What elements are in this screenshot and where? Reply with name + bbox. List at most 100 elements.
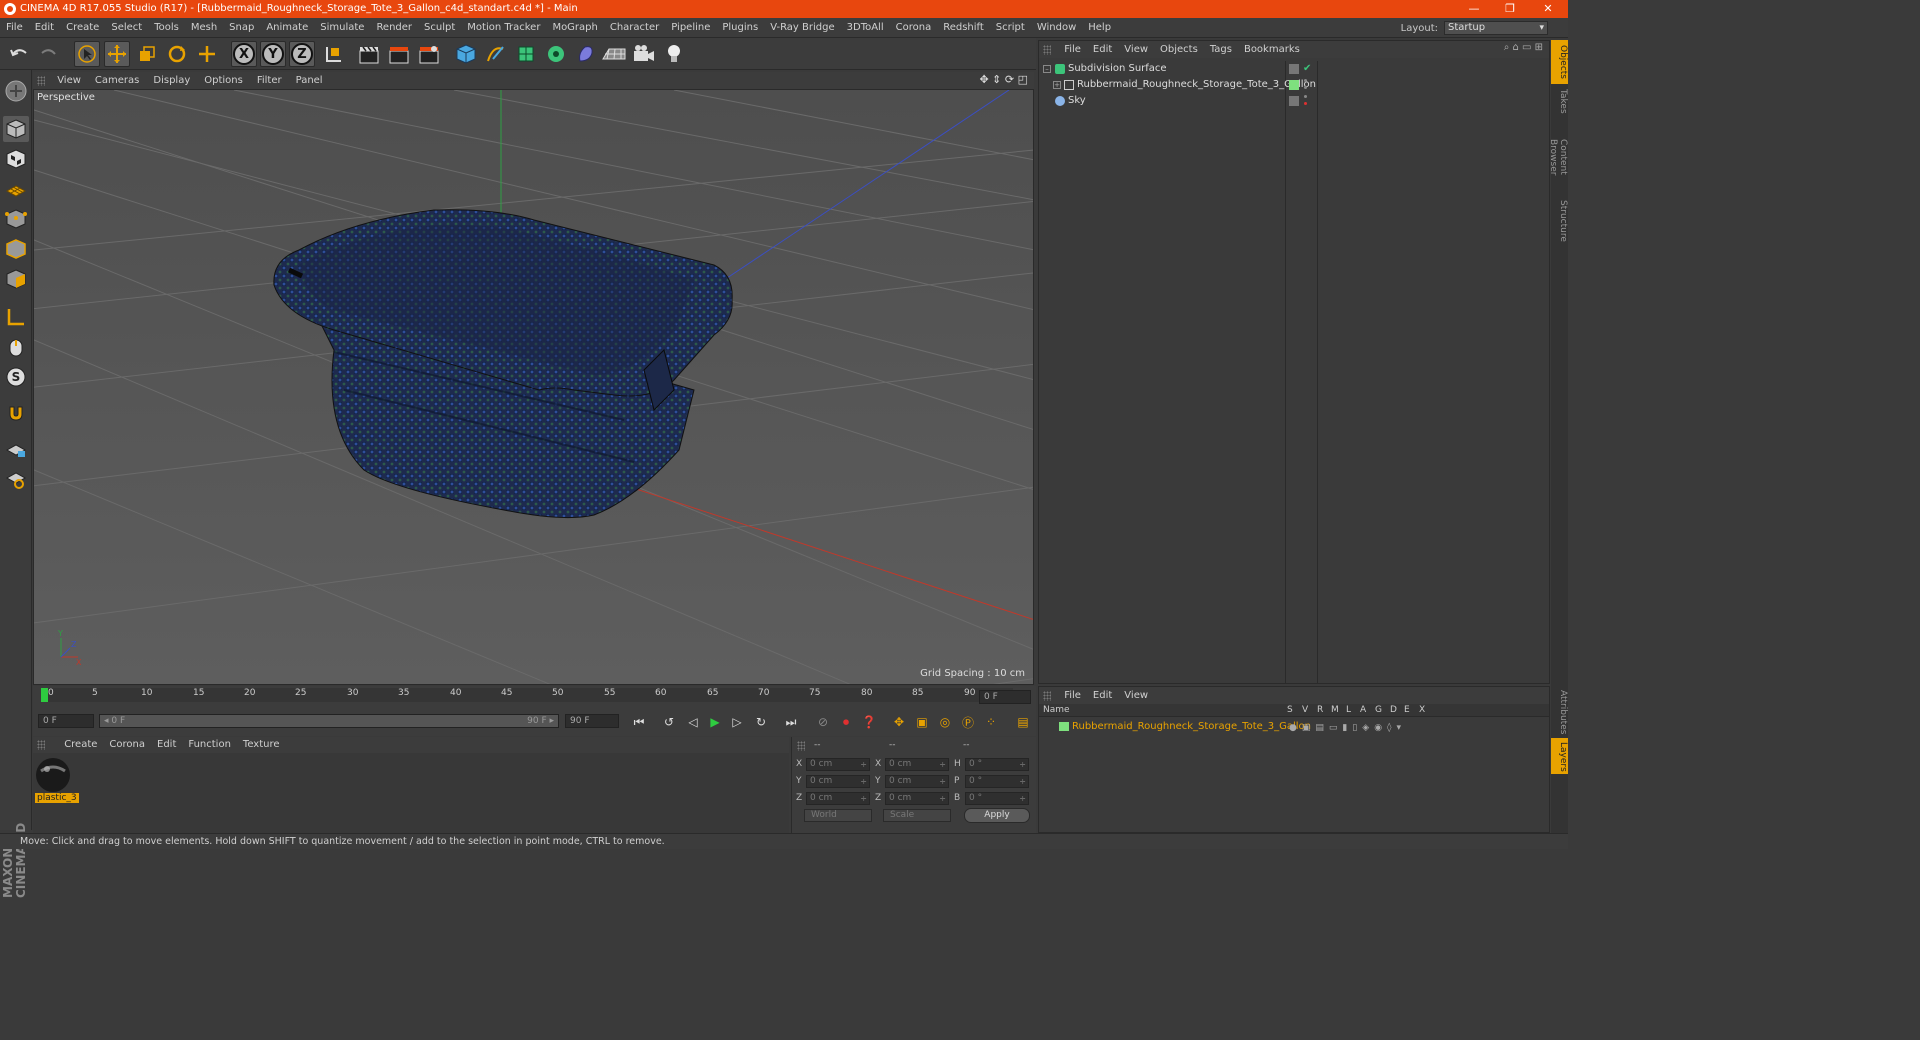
add-cube-button[interactable] xyxy=(453,41,479,67)
material-swatch[interactable] xyxy=(35,757,71,793)
menu-mograph[interactable]: MoGraph xyxy=(546,18,603,38)
step-forward-button[interactable]: ▷ xyxy=(727,712,747,732)
render-view-button[interactable] xyxy=(356,41,382,67)
pos-y-field[interactable]: 0 cm xyxy=(806,775,870,788)
drag-grip-icon[interactable] xyxy=(1043,45,1051,55)
menu-tools[interactable]: Tools xyxy=(148,18,185,38)
key-position-button[interactable]: ✥ xyxy=(889,712,909,732)
goto-next-key-button[interactable]: ↻ xyxy=(751,712,771,732)
menu-window[interactable]: Window xyxy=(1031,18,1082,38)
menu-corona[interactable]: Corona xyxy=(890,18,938,38)
menu-simulate[interactable]: Simulate xyxy=(314,18,370,38)
object-row[interactable]: – Subdivision Surface ✔ xyxy=(1039,61,1549,77)
add-light-button[interactable] xyxy=(661,41,687,67)
layer-swatch-icon[interactable] xyxy=(1289,64,1299,74)
layer-color-icon[interactable] xyxy=(1289,80,1299,90)
viewport-menu-options[interactable]: Options xyxy=(197,72,250,89)
menu-character[interactable]: Character xyxy=(604,18,665,38)
texture-mode-button[interactable] xyxy=(3,146,29,172)
layer-col-solo[interactable]: S xyxy=(1287,704,1293,717)
viewport-menu-panel[interactable]: Panel xyxy=(289,72,330,89)
x-axis-lock-button[interactable]: X xyxy=(231,41,257,67)
minimize-button[interactable]: — xyxy=(1456,0,1492,18)
material-menu-function[interactable]: Function xyxy=(182,737,237,753)
viewport-menu-display[interactable]: Display xyxy=(146,72,197,89)
layer-toggle-icons[interactable]: ●▣▤▭▮▯◈◉◊▾ xyxy=(1289,720,1406,736)
key-parameter-button[interactable]: Ⓟ xyxy=(958,712,978,732)
end-frame-field[interactable]: 90 F xyxy=(565,714,619,728)
apply-button[interactable]: Apply xyxy=(964,808,1030,823)
viewport-menu-view[interactable]: View xyxy=(50,72,88,89)
current-frame-field[interactable]: 0 F xyxy=(979,690,1031,704)
layer-col-xref[interactable]: X xyxy=(1419,704,1425,717)
menu-render[interactable]: Render xyxy=(370,18,418,38)
layer-menu-edit[interactable]: Edit xyxy=(1087,687,1118,704)
collapse-toggle-icon[interactable]: – xyxy=(1043,65,1051,73)
add-deformer-button[interactable] xyxy=(573,41,599,67)
goto-start-button[interactable]: ⏮ xyxy=(629,712,649,732)
rotate-tool-button[interactable] xyxy=(164,41,190,67)
layer-col-expressions[interactable]: E xyxy=(1404,704,1410,717)
layer-col-manager[interactable]: M xyxy=(1331,704,1339,717)
add-mograph-button[interactable] xyxy=(543,41,569,67)
layer-col-generators[interactable]: G xyxy=(1375,704,1382,717)
snapping-button[interactable] xyxy=(3,400,29,426)
layer-row[interactable]: Rubbermaid_Roughneck_Storage_Tote_3_Gall… xyxy=(1039,719,1549,735)
autokey-button[interactable]: ❓ xyxy=(859,712,879,732)
axis-mode-button[interactable] xyxy=(3,304,29,330)
menu-motion-tracker[interactable]: Motion Tracker xyxy=(461,18,546,38)
menu-select[interactable]: Select xyxy=(105,18,148,38)
layer-menu-view[interactable]: View xyxy=(1118,687,1154,704)
scale-tool-button[interactable] xyxy=(134,41,160,67)
expand-toggle-icon[interactable]: + xyxy=(1053,81,1061,89)
record-button[interactable]: ⏺ xyxy=(836,712,856,732)
key-rotation-button[interactable]: ◎ xyxy=(935,712,955,732)
layer-color-icon[interactable] xyxy=(1059,722,1069,731)
menu-3dtoall[interactable]: 3DToAll xyxy=(841,18,890,38)
layer-col-deformers[interactable]: D xyxy=(1390,704,1397,717)
add-generator-button[interactable] xyxy=(513,41,539,67)
add-spline-button[interactable] xyxy=(483,41,509,67)
timeline-window-button[interactable]: ▤ xyxy=(1013,712,1033,732)
viewport-navigation-icons[interactable]: ✥ ⇕ ⟳ ◰ xyxy=(979,73,1028,86)
planar-workplane-button[interactable] xyxy=(3,466,29,492)
menu-sculpt[interactable]: Sculpt xyxy=(418,18,461,38)
menu-vray-bridge[interactable]: V-Ray Bridge xyxy=(764,18,840,38)
object-manager-tools[interactable]: ⌕ ⌂ ▭ ⊞ xyxy=(1504,42,1543,53)
layer-col-view[interactable]: V xyxy=(1302,704,1308,717)
object-row[interactable]: + Rubbermaid_Roughneck_Storage_Tote_3_Ga… xyxy=(1039,77,1549,93)
size-mode-dropdown[interactable]: Scale xyxy=(883,809,951,822)
material-menu-edit[interactable]: Edit xyxy=(151,737,182,753)
size-y-field[interactable]: 0 cm xyxy=(885,775,949,788)
pos-z-field[interactable]: 0 cm xyxy=(806,792,870,805)
object-menu-objects[interactable]: Objects xyxy=(1154,41,1204,58)
drag-grip-icon[interactable] xyxy=(797,741,805,751)
tab-layers[interactable]: Layers xyxy=(1551,738,1568,774)
coordinate-mode-dropdown[interactable]: World xyxy=(804,809,872,822)
tab-takes[interactable]: Takes xyxy=(1551,84,1568,118)
material-menu-create[interactable]: Create xyxy=(58,737,103,753)
layout-dropdown[interactable]: Startup xyxy=(1444,21,1548,35)
rot-h-field[interactable]: 0 ° xyxy=(965,758,1029,771)
lock-workplane-button[interactable] xyxy=(3,436,29,462)
object-menu-file[interactable]: File xyxy=(1058,41,1087,58)
layer-menu-file[interactable]: File xyxy=(1058,687,1087,704)
viewport-camera-label[interactable]: Perspective xyxy=(37,92,95,103)
rot-b-field[interactable]: 0 ° xyxy=(965,792,1029,805)
add-camera-button[interactable] xyxy=(631,41,657,67)
editor-visibility-dot-icon[interactable] xyxy=(1304,95,1307,98)
material-name-label[interactable]: plastic_3 xyxy=(35,793,79,803)
goto-end-button[interactable]: ⏭ xyxy=(781,712,801,732)
step-back-button[interactable]: ◁ xyxy=(683,712,703,732)
playhead-marker[interactable] xyxy=(41,688,48,702)
live-selection-button[interactable] xyxy=(194,41,220,67)
menu-animate[interactable]: Animate xyxy=(260,18,314,38)
edges-mode-button[interactable] xyxy=(3,236,29,262)
enabled-check-icon[interactable]: ✔ xyxy=(1303,61,1311,77)
record-off-button[interactable]: ⊘ xyxy=(813,712,833,732)
workplane-mode-button[interactable] xyxy=(3,176,29,202)
size-z-field[interactable]: 0 cm xyxy=(885,792,949,805)
editor-visibility-dot-icon[interactable] xyxy=(1304,79,1307,82)
tweak-mode-button[interactable] xyxy=(3,334,29,360)
redo-button[interactable] xyxy=(36,41,62,67)
